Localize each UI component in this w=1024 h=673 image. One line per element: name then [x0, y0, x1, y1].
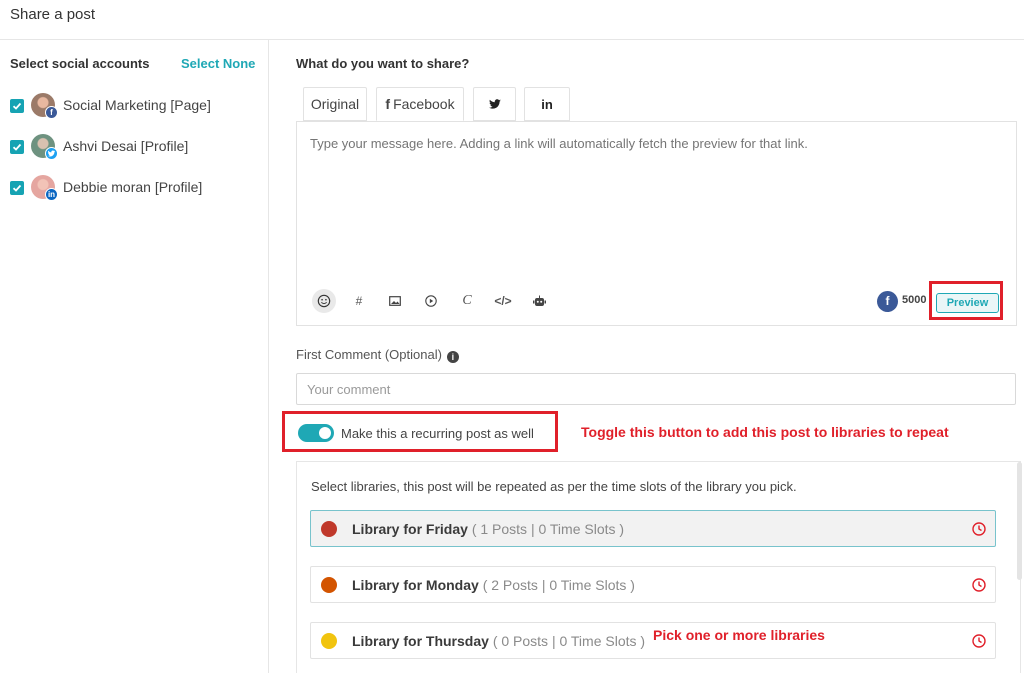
highlight-box	[929, 281, 1003, 320]
account-label: Ashvi Desai [Profile]	[63, 138, 189, 154]
embed-code-icon[interactable]: </>	[491, 289, 515, 313]
library-color-dot	[321, 633, 337, 649]
tab-label: Facebook	[393, 96, 455, 112]
account-item-debbie-moran[interactable]: in Debbie moran [Profile]	[10, 174, 260, 202]
accounts-title: Select social accounts	[10, 56, 150, 71]
library-intro: Select libraries, this post will be repe…	[311, 479, 797, 494]
compose-question: What do you want to share?	[296, 56, 470, 71]
message-textarea[interactable]	[310, 136, 1000, 256]
library-item-friday[interactable]: Library for Friday ( 1 Posts | 0 Time Sl…	[310, 510, 996, 547]
library-name-text: Library for Monday	[352, 577, 479, 593]
account-label: Debbie moran [Profile]	[63, 179, 203, 195]
account-label: Social Marketing [Page]	[63, 97, 211, 113]
emoji-icon[interactable]	[312, 289, 336, 313]
tab-twitter[interactable]	[473, 87, 516, 121]
twitter-icon	[45, 147, 58, 160]
clock-icon[interactable]	[972, 522, 986, 536]
facebook-icon: f	[877, 291, 898, 312]
tab-original[interactable]: Original	[303, 87, 367, 121]
account-checkbox[interactable]	[10, 99, 24, 113]
library-name: Library for Friday ( 1 Posts | 0 Time Sl…	[352, 521, 624, 537]
scrollbar-thumb[interactable]	[1017, 462, 1022, 580]
recurring-toggle-label: Make this a recurring post as well	[341, 426, 534, 441]
image-icon[interactable]	[383, 289, 407, 313]
message-composer: # C </> f 5000 Preview	[296, 121, 1017, 326]
clock-icon[interactable]	[972, 578, 986, 592]
ai-bot-icon[interactable]	[527, 289, 551, 313]
account-checkbox[interactable]	[10, 140, 24, 154]
hashtag-icon[interactable]: #	[347, 289, 371, 313]
first-comment-label-text: First Comment (Optional)	[296, 347, 442, 362]
tab-facebook[interactable]: f Facebook	[376, 87, 464, 121]
library-color-dot	[321, 577, 337, 593]
library-color-dot	[321, 521, 337, 537]
accounts-sidebar: Select social accounts Select None f Soc…	[0, 40, 269, 673]
compose-panel: What do you want to share? Original f Fac…	[270, 40, 1024, 673]
library-name-text: Library for Thursday	[352, 633, 489, 649]
account-item-ashvi-desai[interactable]: Ashvi Desai [Profile]	[10, 133, 260, 161]
page-header: Share a post	[0, 0, 1024, 40]
linkedin-icon: in	[541, 97, 553, 112]
library-meta: ( 1 Posts | 0 Time Slots )	[471, 521, 625, 537]
info-icon[interactable]: i	[446, 351, 459, 363]
recurring-toggle[interactable]	[298, 424, 334, 442]
library-name: Library for Thursday ( 0 Posts | 0 Time …	[352, 633, 645, 649]
scrollbar[interactable]	[1016, 462, 1024, 580]
first-comment-input[interactable]	[296, 373, 1016, 405]
facebook-icon: f	[45, 106, 58, 119]
library-meta: ( 2 Posts | 0 Time Slots )	[482, 577, 635, 593]
annotation-toggle: Toggle this button to add this post to l…	[581, 424, 949, 440]
select-none-link[interactable]: Select None	[181, 56, 255, 71]
library-item-monday[interactable]: Library for Monday ( 2 Posts | 0 Time Sl…	[310, 566, 996, 603]
character-limit: 5000	[902, 294, 927, 306]
linkedin-icon: in	[45, 188, 58, 201]
library-name-text: Library for Friday	[352, 521, 468, 537]
tab-linkedin[interactable]: in	[524, 87, 570, 121]
clock-icon[interactable]	[972, 634, 986, 648]
annotation-libraries: Pick one or more libraries	[653, 627, 825, 643]
library-picker: Select libraries, this post will be repe…	[296, 461, 1021, 673]
facebook-icon: f	[385, 96, 391, 112]
video-icon[interactable]	[419, 289, 443, 313]
account-item-social-marketing[interactable]: f Social Marketing [Page]	[10, 92, 260, 120]
twitter-icon	[488, 99, 501, 109]
library-name: Library for Monday ( 2 Posts | 0 Time Sl…	[352, 577, 635, 593]
toggle-knob	[319, 427, 331, 439]
canva-icon[interactable]: C	[455, 289, 479, 313]
account-checkbox[interactable]	[10, 181, 24, 195]
page-title: Share a post	[10, 6, 96, 23]
library-meta: ( 0 Posts | 0 Time Slots )	[492, 633, 646, 649]
first-comment-label: First Comment (Optional) i	[296, 347, 459, 363]
